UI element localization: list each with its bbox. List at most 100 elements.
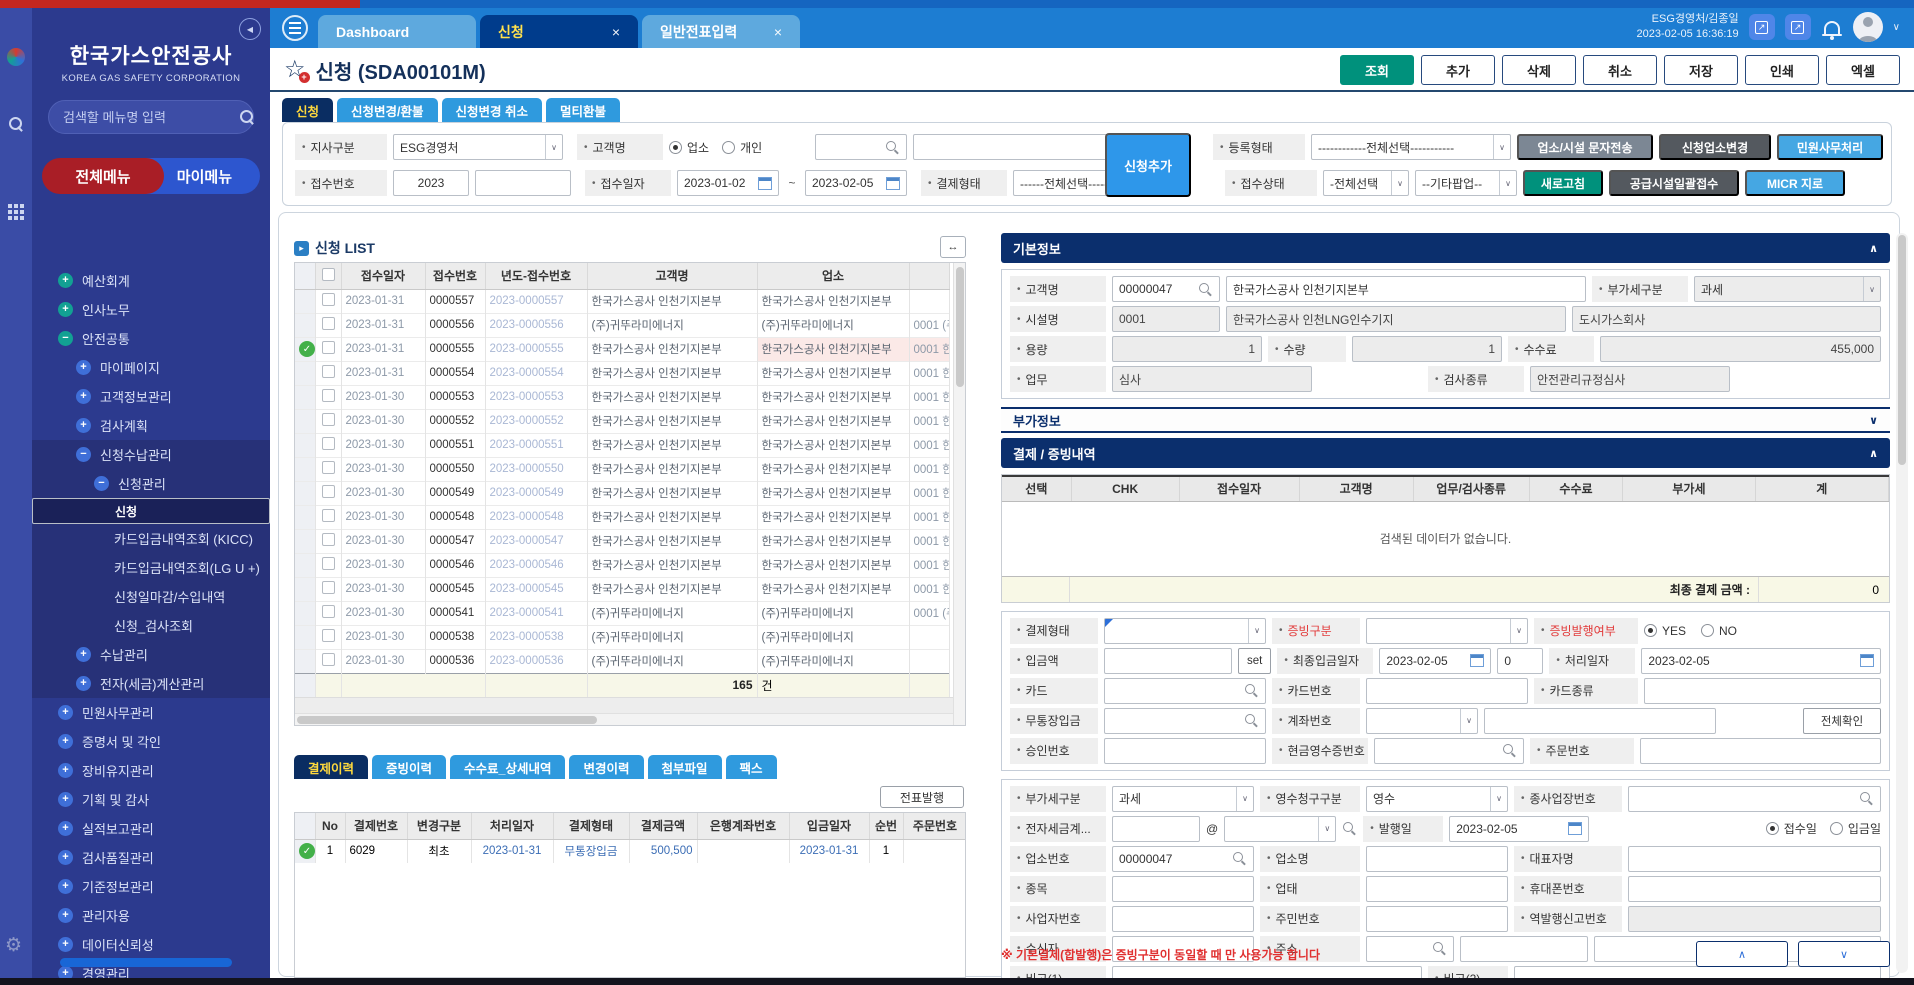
- chevron-up-icon[interactable]: [1869, 447, 1878, 460]
- status-select-1[interactable]: -전체선택: [1323, 170, 1409, 196]
- sidebar-menu-item[interactable]: 검사품질관리: [32, 843, 270, 872]
- voucher-issue-button[interactable]: 전표발행: [880, 786, 964, 808]
- radio-no[interactable]: [1701, 624, 1714, 637]
- sidebar-menu-item[interactable]: 신청관리: [32, 469, 270, 498]
- tree-toggle-icon[interactable]: [58, 273, 73, 288]
- vat-type-select[interactable]: 과세: [1694, 276, 1881, 302]
- calendar-icon[interactable]: [1860, 654, 1874, 667]
- search-icon[interactable]: [1342, 821, 1357, 836]
- history-tab[interactable]: 수수료_상세내역: [450, 755, 565, 779]
- history-tab[interactable]: 증빙이력: [372, 755, 446, 779]
- apps-grid-icon[interactable]: [8, 204, 12, 208]
- search-icon[interactable]: [885, 140, 900, 155]
- chevron-up-icon[interactable]: [1869, 242, 1878, 255]
- document-tab[interactable]: 일반전표입력 ×: [642, 15, 800, 48]
- search-icon[interactable]: [1244, 713, 1259, 728]
- sub-tab[interactable]: 신청변경/환불: [337, 98, 437, 122]
- tree-toggle-icon[interactable]: [58, 937, 73, 952]
- table-row[interactable]: 2023-01-30 0000550 2023-0000550 한국가스공사 인…: [295, 457, 949, 481]
- sub-tab[interactable]: 신청: [282, 98, 333, 122]
- biz-reg-no-input[interactable]: [1112, 906, 1254, 932]
- sidebar-menu-item[interactable]: 장비유지관리: [32, 756, 270, 785]
- radio-deposit-date[interactable]: [1830, 822, 1843, 835]
- customer-name-input[interactable]: 한국가스공사 인천기지본부: [1226, 276, 1586, 302]
- table-row[interactable]: 2023-01-30 0000547 2023-0000547 한국가스공사 인…: [295, 529, 949, 553]
- tree-toggle-icon[interactable]: [58, 821, 73, 836]
- biz-no-input[interactable]: 00000047: [1112, 846, 1254, 872]
- action-button[interactable]: 인쇄: [1745, 55, 1819, 85]
- sidebar-collapse-icon[interactable]: [239, 18, 261, 40]
- tree-toggle-icon[interactable]: [76, 447, 91, 462]
- table-row[interactable]: 2023-01-30 0000538 2023-0000538 (주)귀뚜라미에…: [295, 625, 949, 649]
- row-checkbox[interactable]: [322, 533, 335, 546]
- favorite-star-icon[interactable]: [284, 58, 306, 82]
- card-no-input[interactable]: [1366, 678, 1528, 704]
- tree-toggle-icon[interactable]: [76, 360, 91, 375]
- sidebar-menu-item[interactable]: 데이터신뢰성: [32, 930, 270, 959]
- sidebar-menu-item[interactable]: 마이페이지: [32, 353, 270, 382]
- basic-info-header[interactable]: 기본정보: [1001, 233, 1890, 263]
- customer-code-input[interactable]: [815, 134, 907, 160]
- verify-all-button[interactable]: 전체확인: [1803, 708, 1881, 734]
- move-up-button[interactable]: [1696, 941, 1788, 967]
- date-to-input[interactable]: 2023-02-05: [805, 170, 907, 196]
- row-checkbox[interactable]: [322, 293, 335, 306]
- receipt-seq-input[interactable]: [475, 170, 571, 196]
- search-icon[interactable]: [1859, 791, 1874, 806]
- row-checkbox[interactable]: [322, 605, 335, 618]
- tree-toggle-icon[interactable]: [58, 763, 73, 778]
- issue-date-input[interactable]: 2023-02-05: [1449, 816, 1589, 842]
- row-checkbox[interactable]: [322, 485, 335, 498]
- tab-close-icon[interactable]: ×: [774, 24, 782, 40]
- calendar-icon[interactable]: [1568, 822, 1582, 835]
- gear-icon[interactable]: [5, 934, 22, 957]
- search-icon[interactable]: [8, 116, 24, 132]
- sidebar-menu-item[interactable]: 전자(세금)계산관리: [32, 669, 270, 698]
- row-checkbox[interactable]: [322, 341, 335, 354]
- external-link-icon[interactable]: [1749, 14, 1775, 40]
- row-checkbox[interactable]: [322, 653, 335, 666]
- tree-toggle-icon[interactable]: [94, 476, 109, 491]
- tree-toggle-icon[interactable]: [58, 705, 73, 720]
- action-button[interactable]: 저장: [1664, 55, 1738, 85]
- sub-biz-no-input[interactable]: [1628, 786, 1881, 812]
- table-row[interactable]: 2023-01-30 0000546 2023-0000546 한국가스공사 인…: [295, 553, 949, 577]
- date-from-input[interactable]: 2023-01-02: [677, 170, 779, 196]
- bank-transfer-input[interactable]: [1104, 708, 1266, 734]
- move-down-button[interactable]: [1798, 941, 1890, 967]
- ceo-name-input[interactable]: [1628, 846, 1881, 872]
- menu-search-box[interactable]: [48, 100, 254, 134]
- receipt-claim-select[interactable]: 영수: [1366, 786, 1508, 812]
- row-checkbox[interactable]: [322, 509, 335, 522]
- table-row[interactable]: 2023-01-30 0000553 2023-0000553 한국가스공사 인…: [295, 385, 949, 409]
- customer-code-input[interactable]: 00000047: [1112, 276, 1220, 302]
- chevron-down-icon[interactable]: [1893, 22, 1900, 33]
- sidebar-menu-item[interactable]: 실적보고관리: [32, 814, 270, 843]
- row-checkbox[interactable]: [322, 413, 335, 426]
- sidebar-scrollbar[interactable]: [60, 958, 232, 967]
- evidence-type-select[interactable]: [1366, 618, 1528, 644]
- calendar-icon[interactable]: [886, 177, 900, 190]
- all-menu-tab[interactable]: 전체메뉴: [42, 158, 164, 194]
- radio-yes[interactable]: [1644, 624, 1657, 637]
- row-checkbox[interactable]: [322, 557, 335, 570]
- etax-email-id-input[interactable]: [1112, 816, 1200, 842]
- sidebar-menu-item[interactable]: 신청일마감/수입내역: [32, 582, 270, 611]
- chevron-down-icon[interactable]: [1869, 414, 1878, 427]
- sidebar-menu-item[interactable]: 신청: [32, 498, 270, 524]
- micr-giro-button[interactable]: MICR 지로: [1745, 170, 1845, 196]
- vat-type-select[interactable]: 과세: [1112, 786, 1254, 812]
- sidebar-menu-item[interactable]: 기준정보관리: [32, 872, 270, 901]
- pay-type-select[interactable]: [1104, 618, 1266, 644]
- deposit-count-input[interactable]: 0: [1497, 648, 1543, 674]
- table-row[interactable]: 2023-01-30 0000548 2023-0000548 한국가스공사 인…: [295, 505, 949, 529]
- tree-toggle-icon[interactable]: [76, 647, 91, 662]
- add-application-button[interactable]: 신청추가: [1105, 133, 1191, 197]
- last-deposit-date-input[interactable]: 2023-02-05: [1379, 648, 1491, 674]
- reg-type-select[interactable]: ------------전체선택-----------: [1311, 134, 1511, 160]
- search-icon[interactable]: [1244, 683, 1259, 698]
- table-row[interactable]: 2023-01-30 0000549 2023-0000549 한국가스공사 인…: [295, 481, 949, 505]
- radio-personal[interactable]: [722, 141, 735, 154]
- bank-select[interactable]: [1366, 708, 1478, 734]
- history-tab[interactable]: 첨부파일: [648, 755, 722, 779]
